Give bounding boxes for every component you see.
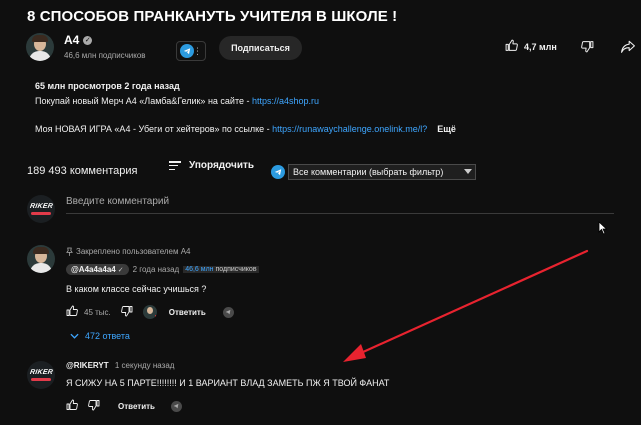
like-button[interactable]: 4,7 млн — [505, 39, 557, 54]
comment-author-avatar[interactable]: RIKER — [27, 361, 55, 389]
sort-comments-button[interactable]: Упорядочить — [169, 160, 254, 171]
telegram-extension-button[interactable]: ⋮ — [176, 41, 206, 61]
video-title: 8 СПОСОБОВ ПРАНКАНУТЬ УЧИТЕЛЯ В ШКОЛЕ ! — [27, 8, 398, 25]
comment-text: В каком классе сейчас учишься ? — [66, 284, 207, 294]
comment-header: @A4a4a4a4 ✓ 2 года назад 46,6 млн подпис… — [66, 264, 259, 275]
input-underline — [66, 213, 614, 214]
like-comment-button[interactable] — [66, 399, 78, 413]
chevron-down-icon — [464, 169, 472, 174]
merch-link[interactable]: https://a4shop.ru — [252, 96, 319, 106]
verified-icon: ✓ — [117, 266, 124, 274]
share-button[interactable] — [621, 40, 635, 58]
show-more-button[interactable]: Ещё — [437, 124, 456, 134]
channel-name[interactable]: A4 — [64, 33, 79, 47]
telegram-share-icon[interactable] — [170, 400, 182, 412]
mouse-cursor-icon — [598, 221, 608, 240]
comment-actions: Ответить — [66, 399, 182, 413]
comment-author[interactable]: @RIKERYT — [66, 361, 109, 370]
comment-author[interactable]: @A4a4a4a4 ✓ — [66, 264, 129, 275]
add-comment-input[interactable]: Введите комментарий — [66, 196, 169, 207]
like-comment-button[interactable] — [66, 305, 78, 319]
share-icon — [621, 40, 635, 53]
subscriber-count: 46,6 млн подписчиков — [64, 51, 146, 60]
dislike-comment-button[interactable] — [88, 399, 100, 413]
comment-like-count: 45 тыс. — [84, 307, 111, 317]
channel-name-row[interactable]: A4 ✓ — [64, 33, 93, 47]
telegram-icon — [180, 44, 194, 58]
telegram-icon — [271, 165, 285, 179]
pin-icon — [66, 247, 73, 256]
comment-time[interactable]: 1 секунду назад — [115, 361, 175, 370]
reply-button[interactable]: Ответить — [169, 308, 206, 317]
game-link[interactable]: https://runawaychallenge.onelink.me/l? — [272, 124, 427, 134]
dislike-comment-button[interactable] — [120, 305, 133, 319]
chevron-down-icon — [70, 333, 79, 339]
description-line-2: Моя НОВАЯ ИГРА «А4 - Убеги от хейтеров» … — [35, 124, 456, 134]
dislike-button[interactable] — [581, 40, 594, 58]
thumbs-up-icon — [505, 39, 518, 54]
verified-icon: ✓ — [83, 35, 93, 45]
thumbs-down-icon — [88, 400, 100, 411]
creator-heart-icon: ♥ — [142, 305, 157, 319]
like-count: 4,7 млн — [524, 41, 557, 52]
user-avatar: RIKER — [27, 195, 55, 223]
sort-icon — [169, 161, 181, 170]
comment-filter-select[interactable]: Все комментарии (выбрать фильтр) — [288, 164, 476, 180]
comment-time[interactable]: 2 года назад — [133, 265, 180, 274]
comments-count: 189 493 комментария — [27, 165, 138, 177]
author-subscribers: 46,6 млн подписчиков — [183, 266, 259, 273]
channel-avatar[interactable] — [26, 33, 54, 61]
view-stats: 65 млн просмотров 2 года назад — [35, 81, 180, 91]
reply-button[interactable]: Ответить — [118, 402, 155, 411]
comment-actions: 45 тыс. ♥ Ответить — [66, 305, 234, 319]
pinned-label: Закреплено пользователем A4 — [66, 247, 191, 256]
more-vert-icon[interactable]: ⋮ — [193, 46, 202, 56]
comment-text: Я СИЖУ НА 5 ПАРТЕ!!!!!!!! И 1 ВАРИАНТ ВЛ… — [66, 378, 390, 388]
view-replies-button[interactable]: 472 ответа — [70, 331, 130, 341]
thumbs-down-icon — [120, 306, 133, 317]
comment-author-avatar[interactable] — [27, 245, 55, 273]
description-line-1: Покупай новый Мерч А4 «Ламба&Гелик» на с… — [35, 96, 320, 106]
comment-header: @RIKERYT 1 секунду назад — [66, 361, 174, 370]
subscribe-button[interactable]: Подписаться — [219, 36, 302, 60]
thumbs-up-icon — [66, 305, 78, 316]
thumbs-up-icon — [66, 399, 78, 410]
thumbs-down-icon — [581, 41, 594, 53]
telegram-share-icon[interactable] — [222, 306, 234, 318]
